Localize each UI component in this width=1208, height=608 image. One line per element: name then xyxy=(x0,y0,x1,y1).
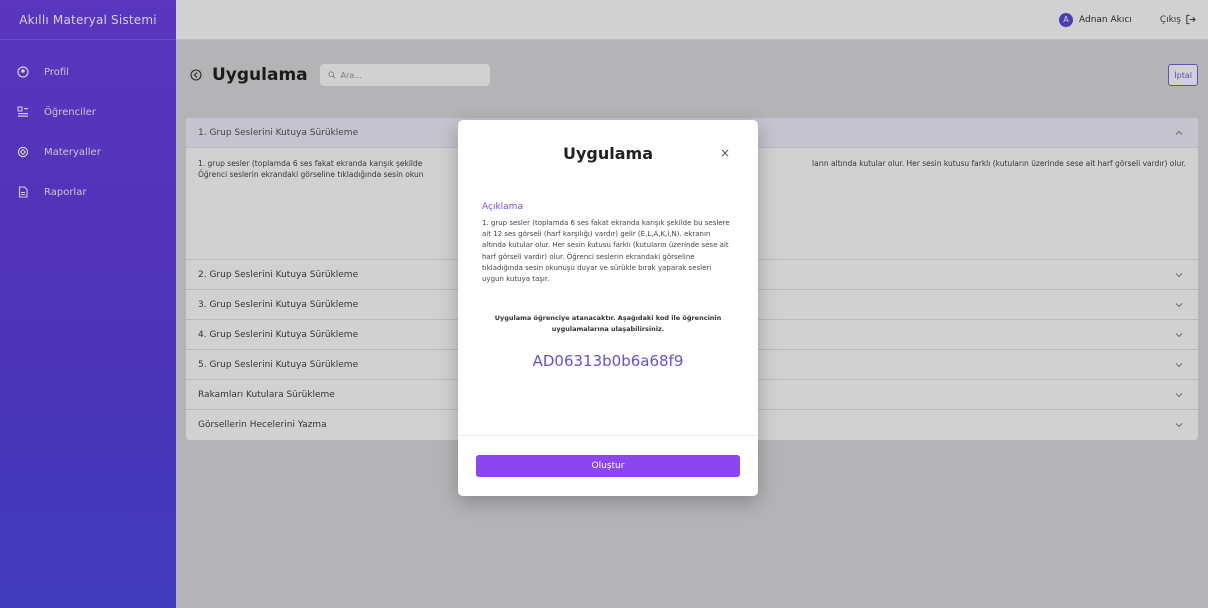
application-modal: Uygulama × Açıklama 1. grup sesler (topl… xyxy=(458,120,758,496)
modal-body: Açıklama 1. grup sesler (toplamda 6 ses … xyxy=(482,202,734,370)
modal-title: Uygulama xyxy=(562,144,653,163)
access-code: AD06313b0b6a68f9 xyxy=(532,351,684,370)
modal-divider xyxy=(458,435,758,436)
create-button[interactable]: Oluştur xyxy=(476,455,740,477)
description-text: 1. grup sesler (toplamda 6 ses fakat ekr… xyxy=(482,219,730,283)
close-icon[interactable]: × xyxy=(720,146,730,160)
description-heading: Açıklama xyxy=(482,202,523,212)
assignment-note: Uygulama öğrenciye atanacaktır. Aşağıdak… xyxy=(494,314,722,333)
